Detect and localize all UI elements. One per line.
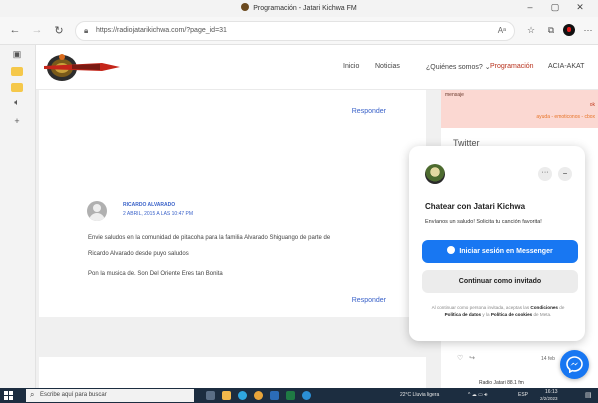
add-icon[interactable]: + [11, 116, 23, 128]
language-indicator[interactable]: ESP [518, 392, 528, 398]
minimize-chat-button[interactable]: − [558, 167, 572, 181]
task-view-icon[interactable] [206, 391, 215, 400]
word-icon[interactable] [270, 391, 279, 400]
page-avatar [425, 164, 445, 184]
data-policy-link[interactable]: Política de datos [445, 312, 482, 317]
folder-icon[interactable] [11, 67, 23, 76]
tweet-time: 14 feb [541, 356, 555, 362]
tab-title-text: Programación - Jatari Kichwa FM [253, 5, 357, 12]
clock-time[interactable]: 16:13 [545, 389, 558, 395]
chat-title: Chatear con Jatari Kichwa [425, 202, 526, 211]
maximize-window-button[interactable]: ▢ [545, 2, 565, 13]
chat-ok-button[interactable]: ok [590, 102, 595, 108]
legal-suffix: de Meta. [533, 312, 552, 317]
legal-and: y la [482, 312, 490, 317]
url-field[interactable]: 🔒︎ https://radiojatarikichwa.com/?page_i… [75, 21, 515, 41]
conditions-link[interactable]: Condiciones [530, 305, 558, 310]
chat-message-label: mensaje [445, 92, 464, 98]
edge-active-icon[interactable] [302, 391, 311, 400]
site-header: Inicio Noticias ¿Quiénes somos? ⌄ Progra… [36, 45, 598, 90]
refresh-icon[interactable]: ↻ [52, 24, 66, 37]
continue-as-guest-button[interactable]: Continuar como invitado [422, 270, 578, 293]
excel-icon[interactable] [286, 391, 295, 400]
windows-start-icon[interactable] [4, 391, 13, 400]
back-icon[interactable]: ← [8, 24, 22, 36]
comment-card [39, 357, 426, 388]
url-text[interactable]: https://radiojatarikichwa.com/?page_id=3… [96, 27, 227, 34]
folder-icon[interactable] [11, 83, 23, 92]
search-placeholder: Escribe aquí para buscar [40, 392, 107, 398]
profile-avatar[interactable] [563, 24, 575, 36]
speaker-icon[interactable]: 🔈︎ [11, 97, 23, 109]
collections-icon[interactable]: ⧉ [544, 25, 558, 36]
comment-text: Pon la musica de. Son Del Oriente Eres t… [88, 271, 223, 277]
comment-date[interactable]: 2 ABRIL, 2015 A LAS 10:47 PM [123, 211, 193, 217]
taskbar-search[interactable]: ⌕ Escribe aquí para buscar [26, 389, 194, 402]
site-logo[interactable] [42, 51, 122, 83]
comment-card: RICARDO ALVARADO 2 ABRIL, 2015 A LAS 10:… [39, 167, 426, 317]
cbox-chat-widget: mensaje ok ayuda - emoticonos - cbox [441, 90, 598, 128]
messenger-bolt-icon [566, 356, 583, 373]
comment-author[interactable]: RICARDO ALVARADO [123, 202, 175, 208]
legal-notice: Al continuar como persona invitada, acep… [423, 304, 573, 318]
tab-title: Programación - Jatari Kichwa FM [0, 3, 598, 12]
nav-inicio[interactable]: Inicio [343, 63, 359, 70]
share-icon[interactable]: ↪ [469, 355, 475, 362]
close-window-button[interactable]: ✕ [570, 2, 590, 13]
site-favicon-icon [241, 3, 250, 11]
more-options-button[interactable]: ··· [538, 167, 552, 181]
windows-taskbar: ⌕ Escribe aquí para buscar 22°C Lluvia l… [0, 388, 598, 403]
read-aloud-icon[interactable]: Aᵃ [498, 26, 506, 35]
edge-icon[interactable] [238, 391, 247, 400]
clock-date[interactable]: 2/2/2023 [540, 396, 558, 401]
tweet-actions: ♡ ↪ [457, 354, 475, 362]
like-icon[interactable]: ♡ [457, 355, 463, 362]
messenger-login-button[interactable]: Iniciar sesión en Messenger [422, 240, 578, 263]
nav-noticias[interactable]: Noticias [375, 63, 400, 70]
tabs-icon[interactable]: ▣ [11, 49, 23, 61]
messenger-chat-popup: ··· − Chatear con Jatari Kichwa Envíanos… [409, 146, 585, 341]
messenger-chat-button[interactable] [560, 350, 589, 379]
comment-text: Ricardo Alvarado desde puyo saludos [88, 251, 189, 257]
avatar [87, 201, 107, 221]
minimize-window-button[interactable]: – [520, 2, 540, 12]
browser-sidebar: ▣ 🔈︎ + [0, 45, 36, 388]
legal-mid: de [559, 305, 565, 310]
browser-title-bar: Programación - Jatari Kichwa FM – ▢ ✕ [0, 0, 598, 17]
legal-prefix: Al continuar como persona invitada, acep… [431, 305, 530, 310]
messenger-login-label: Iniciar sesión en Messenger [459, 248, 553, 255]
nav-programacion[interactable]: Programación [490, 63, 534, 70]
forward-icon[interactable]: → [30, 24, 44, 36]
notifications-icon[interactable]: ▤ [585, 391, 592, 399]
cookies-policy-link[interactable]: Política de cookies [491, 312, 532, 317]
tray-icons[interactable]: ^ ☁ ▭ 🔊︎ [468, 392, 487, 398]
weather-widget[interactable]: 22°C Lluvia ligera [400, 392, 439, 398]
messenger-icon [447, 246, 456, 254]
favorites-icon[interactable]: ☆ [524, 25, 538, 36]
address-bar: ← → ↻ 🔒︎ https://radiojatarikichwa.com/?… [0, 17, 598, 45]
file-explorer-icon[interactable] [222, 391, 231, 400]
comment-text: Envie saludos en la comunidad de pitacoh… [88, 235, 331, 241]
chat-greeting: Envíanos un saludo! Solicita tu canción … [425, 219, 542, 225]
reply-link[interactable]: Responder [352, 297, 386, 304]
chat-links[interactable]: ayuda - emoticonos - cbox [536, 114, 595, 120]
tweet-author: Radio Jatari 88.1 fm [479, 380, 524, 386]
chrome-icon[interactable] [254, 391, 263, 400]
nav-acia-akat[interactable]: ACIA-AKAT [548, 63, 584, 70]
nav-quienes-somos[interactable]: ¿Quiénes somos? ⌄ [426, 63, 491, 71]
lock-icon: 🔒︎ [84, 26, 89, 35]
more-icon[interactable]: ⋯ [581, 25, 595, 36]
reply-link[interactable]: Responder [352, 108, 386, 115]
search-icon: ⌕ [30, 390, 35, 399]
